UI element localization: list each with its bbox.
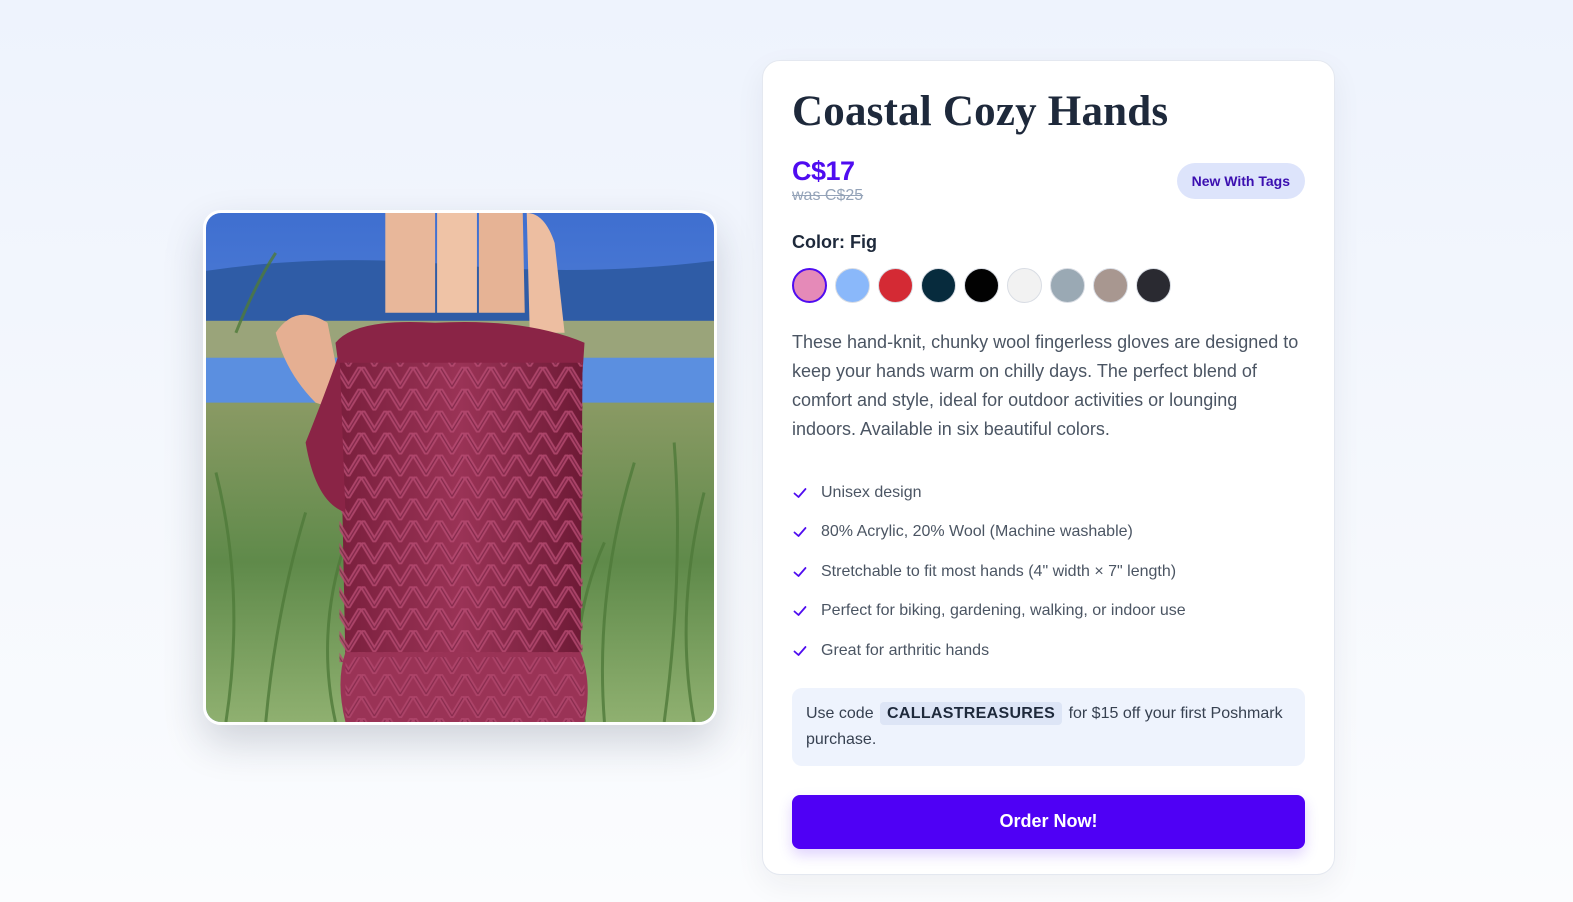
feature-list: Unisex design 80% Acrylic, 20% Wool (Mach…: [792, 473, 1305, 671]
check-icon: [793, 527, 807, 538]
fingerless-glove-photo: [206, 213, 714, 722]
color-swatch[interactable]: [964, 268, 999, 303]
color-swatch[interactable]: [835, 268, 870, 303]
feature-text: Stretchable to fit most hands (4" width …: [821, 562, 1177, 580]
feature-text: Perfect for biking, gardening, walking, …: [821, 602, 1186, 620]
promo-prefix: Use code: [806, 704, 874, 722]
color-swatches: [792, 268, 1305, 303]
feature-item: 80% Acrylic, 20% Wool (Machine washable): [792, 513, 1305, 553]
check-icon: [793, 645, 807, 656]
product-card: Coastal Cozy Hands C$17 was C$25 New Wit…: [762, 60, 1335, 875]
color-swatch[interactable]: [921, 268, 956, 303]
condition-badge: New With Tags: [1176, 163, 1305, 199]
color-label: Color: Fig: [792, 232, 877, 252]
check-icon: [793, 566, 807, 577]
feature-text: 80% Acrylic, 20% Wool (Machine washable): [821, 523, 1133, 541]
order-now-button[interactable]: Order Now!: [792, 794, 1305, 849]
feature-item: Unisex design: [792, 473, 1305, 513]
check-icon: [793, 606, 807, 617]
color-swatch[interactable]: [1050, 268, 1085, 303]
feature-text: Great for arthritic hands: [821, 641, 990, 659]
feature-text: Unisex design: [821, 483, 922, 501]
color-swatch[interactable]: [1007, 268, 1042, 303]
promo-box: Use code CALLASTREASURES for $15 off you…: [792, 687, 1305, 766]
color-swatch[interactable]: [878, 268, 913, 303]
feature-item: Stretchable to fit most hands (4" width …: [792, 552, 1305, 592]
product-image: [203, 210, 717, 725]
color-swatch[interactable]: [792, 268, 827, 303]
feature-item: Great for arthritic hands: [792, 631, 1305, 671]
promo-code[interactable]: CALLASTREASURES: [880, 701, 1063, 725]
product-title: Coastal Cozy Hands: [792, 88, 1169, 135]
feature-item: Perfect for biking, gardening, walking, …: [792, 592, 1305, 632]
check-icon: [793, 487, 807, 498]
price-row: C$17 was C$25 New With Tags: [792, 157, 1305, 209]
product-description: These hand-knit, chunky wool fingerless …: [792, 332, 1299, 439]
color-swatch[interactable]: [1136, 268, 1171, 303]
color-swatch[interactable]: [1093, 268, 1128, 303]
